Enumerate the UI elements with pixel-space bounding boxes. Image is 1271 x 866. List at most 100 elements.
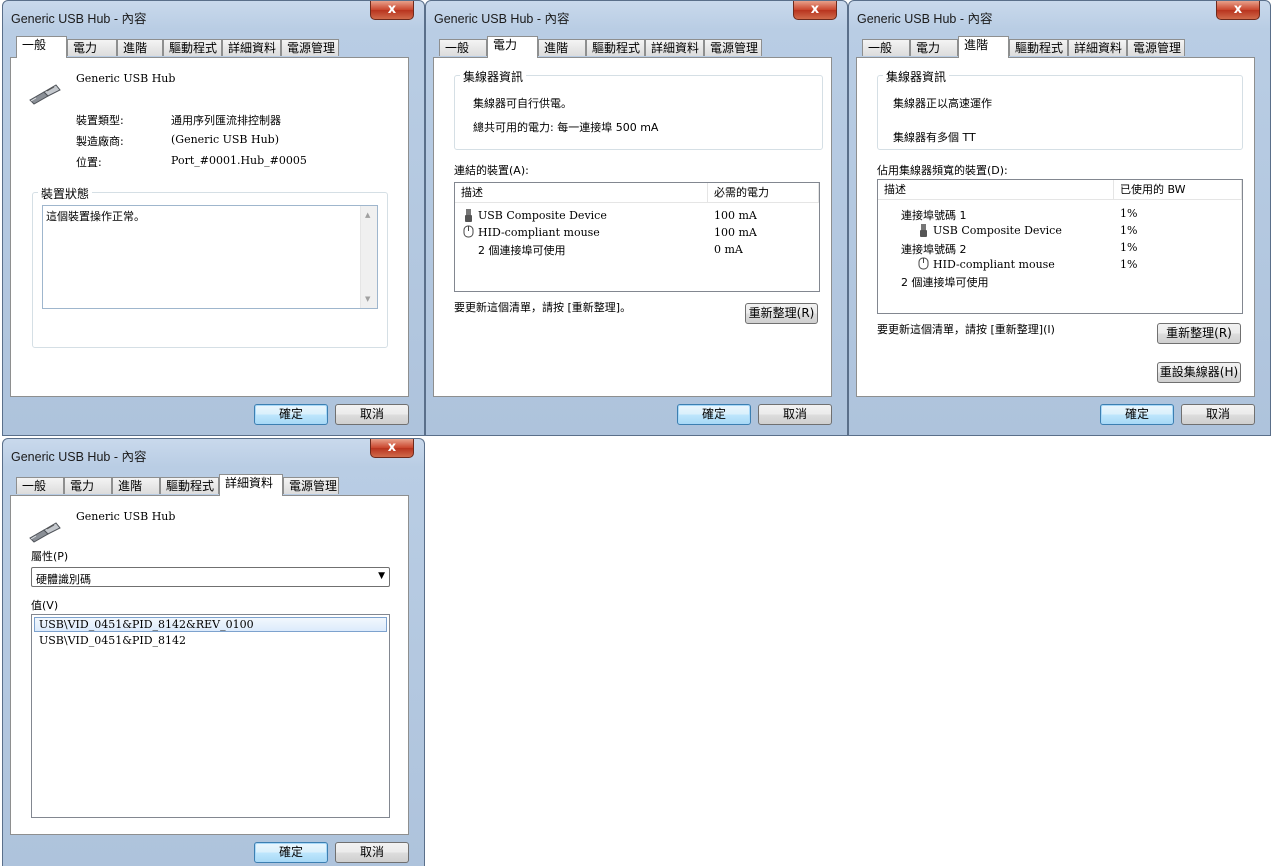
tab-power-management[interactable]: 電源管理 [1127,39,1185,56]
device-name: Generic USB Hub [76,72,176,85]
bandwidth-devices-label: 佔用集線器頻寬的裝置(D): [877,164,1008,177]
properties-window-details: Generic USB Hub - 內容 x 一般 電力 進階 驅動程式 詳細資… [2,438,425,866]
ok-button[interactable]: 確定 [254,404,328,425]
hub-info-group: 集線器資訊 集線器正以高速運作 集線器有多個 TT [877,68,1243,150]
device-status-legend: 裝置狀態 [38,185,93,202]
mouse-icon [918,257,929,270]
column-header-bandwidth[interactable]: 已使用的 BW [1114,180,1242,200]
list-item[interactable]: USB\VID_0451&PID_8142 [39,634,186,647]
value-label: 值(V) [31,599,59,612]
mouse-icon [463,225,474,238]
ok-button[interactable]: 確定 [254,842,328,863]
hub-speed-text: 集線器正以高速運作 [893,97,992,110]
device-status-textbox[interactable]: 這個裝置操作正常。 ▲ ▼ [42,205,378,309]
tab-page-details: Generic USB Hub 屬性(P) 硬體識別碼 ▼ 值(V) USB\V… [10,495,409,835]
cancel-button[interactable]: 取消 [335,404,409,425]
tab-power-management[interactable]: 電源管理 [283,477,339,494]
tab-power-management[interactable]: 電源管理 [704,39,762,56]
column-header-required-power[interactable]: 必需的電力 [708,183,819,203]
tab-power-management[interactable]: 電源管理 [281,39,339,56]
hub-info-legend: 集線器資訊 [460,68,527,85]
cancel-button[interactable]: 取消 [758,404,832,425]
tree-item-port[interactable]: 連接埠號碼 2 [901,241,967,257]
tab-driver[interactable]: 驅動程式 [160,477,219,494]
self-powered-text: 集線器可自行供電。 [473,97,572,110]
refresh-hint-text: 要更新這個清單，請按 [重新整理](I) [877,323,1055,336]
tab-driver[interactable]: 驅動程式 [1009,39,1068,56]
tab-power[interactable]: 電力 [910,39,958,56]
refresh-button[interactable]: 重新整理(R) [1157,323,1241,344]
attached-devices-list[interactable]: 描述 必需的電力 USB Composite Device 100 mA HID… [454,182,820,292]
tab-advanced[interactable]: 進階 [117,39,163,56]
tab-details[interactable]: 詳細資料 [222,39,281,56]
list-item-desc[interactable]: HID-compliant mouse [478,226,600,239]
tab-power[interactable]: 電力 [64,477,112,494]
tab-details[interactable]: 詳細資料 [1068,39,1127,56]
reset-hub-button[interactable]: 重設集線器(H) [1157,362,1241,383]
list-item-power: 100 mA [714,209,757,222]
device-status-group: 裝置狀態 這個裝置操作正常。 ▲ ▼ [32,185,388,348]
ok-button[interactable]: 確定 [677,404,751,425]
tab-driver[interactable]: 驅動程式 [586,39,645,56]
column-header-description[interactable]: 描述 [878,180,1114,200]
property-select[interactable]: 硬體識別碼 ▼ [31,567,390,587]
tab-advanced[interactable]: 進階 [112,477,160,494]
hub-info-legend: 集線器資訊 [883,68,950,85]
value-list[interactable]: USB\VID_0451&PID_8142&REV_0100 USB\VID_0… [31,614,390,818]
window-title: Generic USB Hub - 內容 [11,12,147,26]
scroll-up-arrow-icon[interactable]: ▲ [365,211,370,219]
tree-item-bw: 1% [1120,207,1138,220]
tab-page-power: 集線器資訊 集線器可自行供電。 總共可用的電力: 每一連接埠 500 mA 連結… [433,57,832,397]
list-item-selected[interactable]: USB\VID_0451&PID_8142&REV_0100 [34,617,387,632]
tab-details[interactable]: 詳細資料 [645,39,704,56]
tab-driver[interactable]: 驅動程式 [163,39,222,56]
tree-item-device[interactable]: USB Composite Device [933,224,1062,237]
tree-item-ports-available[interactable]: 2 個連接埠可使用 [901,274,989,290]
refresh-button[interactable]: 重新整理(R) [745,303,818,324]
tab-details[interactable]: 詳細資料 [219,474,283,496]
list-item-desc[interactable]: 2 個連接埠可使用 [478,242,566,258]
column-header-description[interactable]: 描述 [455,183,708,203]
list-item-desc[interactable]: USB Composite Device [478,209,607,222]
property-select-value: 硬體識別碼 [36,573,91,586]
tree-item-device[interactable]: HID-compliant mouse [933,258,1055,271]
window-title: Generic USB Hub - 內容 [857,12,993,26]
close-button[interactable]: x [370,1,414,20]
total-power-text: 總共可用的電力: 每一連接埠 500 mA [473,121,659,134]
cancel-button[interactable]: 取消 [1181,404,1255,425]
list-item-power: 0 mA [714,243,743,256]
bandwidth-devices-list[interactable]: 描述 已使用的 BW 連接埠號碼 1 1% USB Composite Devi… [877,179,1243,314]
chevron-down-icon[interactable]: ▼ [378,571,385,581]
usb-device-icon [29,522,61,543]
window-title: Generic USB Hub - 內容 [11,450,147,464]
tab-page-advanced: 集線器資訊 集線器正以高速運作 集線器有多個 TT 佔用集線器頻寬的裝置(D):… [856,57,1255,397]
cancel-button[interactable]: 取消 [335,842,409,863]
ok-button[interactable]: 確定 [1100,404,1174,425]
tab-general[interactable]: 一般 [16,36,67,58]
hub-tt-text: 集線器有多個 TT [893,131,976,144]
tab-power[interactable]: 電力 [67,39,117,56]
hub-info-group: 集線器資訊 集線器可自行供電。 總共可用的電力: 每一連接埠 500 mA [454,68,823,150]
device-name: Generic USB Hub [76,510,176,523]
window-title: Generic USB Hub - 內容 [434,12,570,26]
properties-window-advanced: Generic USB Hub - 內容 x 一般 電力 進階 驅動程式 詳細資… [848,0,1271,436]
tree-item-port[interactable]: 連接埠號碼 1 [901,207,967,223]
tab-power[interactable]: 電力 [487,36,538,58]
tab-general[interactable]: 一般 [16,477,64,494]
vertical-scrollbar[interactable]: ▲ ▼ [360,206,377,308]
tab-advanced[interactable]: 進階 [538,39,586,56]
close-button[interactable]: x [1216,1,1260,20]
tree-item-bw: 1% [1120,241,1138,254]
scroll-down-arrow-icon[interactable]: ▼ [365,295,370,303]
close-button[interactable]: x [793,1,837,20]
tab-page-general: Generic USB Hub 裝置類型: 通用序列匯流排控制器 製造廠商: (… [10,57,409,397]
property-label: 屬性(P) [31,550,69,563]
tab-advanced[interactable]: 進階 [958,36,1009,58]
tab-general[interactable]: 一般 [862,39,910,56]
tab-general[interactable]: 一般 [439,39,487,56]
manufacturer-value: (Generic USB Hub) [171,133,280,146]
location-value: Port_#0001.Hub_#0005 [171,154,307,167]
attached-devices-label: 連結的裝置(A): [454,164,529,177]
usb-device-icon [29,84,61,105]
close-button[interactable]: x [370,439,414,458]
